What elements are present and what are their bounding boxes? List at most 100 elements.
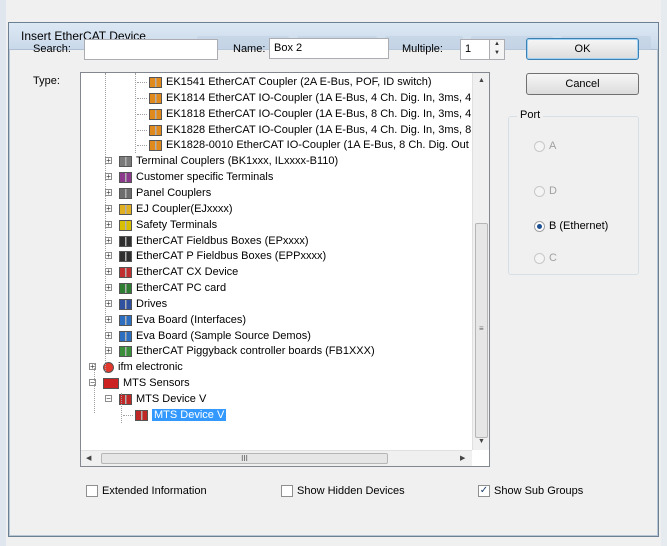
tree-item[interactable]: EK1814 EtherCAT IO-Coupler (1A E-Bus, 4 … bbox=[149, 90, 471, 106]
tree-guide-line bbox=[135, 73, 136, 153]
tree-item-label: EtherCAT CX Device bbox=[136, 266, 239, 279]
scroll-up-icon[interactable]: ▲ bbox=[478, 77, 485, 84]
port-a-label: A bbox=[549, 140, 557, 152]
tree-item-label: Eva Board (Interfaces) bbox=[136, 314, 247, 327]
expand-icon[interactable]: + bbox=[105, 221, 112, 229]
tree-item[interactable]: Eva Board (Sample Source Demos) bbox=[119, 328, 311, 344]
tree-item[interactable]: Panel Couplers bbox=[119, 185, 211, 201]
expand-icon[interactable]: + bbox=[105, 189, 112, 197]
scroll-down-icon[interactable]: ▼ bbox=[478, 438, 485, 445]
tree-item-label: EK1828 EtherCAT IO-Coupler (1A E-Bus, 4 … bbox=[166, 124, 471, 137]
horizontal-scroll-thumb[interactable]: III bbox=[101, 453, 388, 464]
name-label: Name: bbox=[233, 43, 266, 55]
tree-item[interactable]: Drives bbox=[119, 296, 167, 312]
spin-down-icon[interactable]: ▼ bbox=[490, 49, 504, 58]
tree-item[interactable]: ifm electronic bbox=[103, 359, 183, 375]
tree-item[interactable]: MTS Device V bbox=[135, 407, 227, 423]
tree-item-label: Eva Board (Sample Source Demos) bbox=[136, 330, 311, 343]
tree-item[interactable]: EK1818 EtherCAT IO-Coupler (1A E-Bus, 8 … bbox=[149, 106, 471, 122]
tree-item[interactable]: Eva Board (Interfaces) bbox=[119, 312, 246, 328]
tree-item[interactable]: EtherCAT Fieldbus Boxes (EPxxxx) bbox=[119, 233, 309, 249]
piggyback-board-icon bbox=[119, 345, 132, 357]
ek-coupler-icon bbox=[149, 108, 162, 120]
tree-item-label: Safety Terminals bbox=[136, 219, 218, 232]
port-a-radio[interactable] bbox=[534, 141, 545, 152]
expand-icon[interactable]: + bbox=[105, 347, 112, 355]
terminal-coupler-icon bbox=[119, 155, 132, 167]
expand-icon[interactable]: + bbox=[105, 157, 112, 165]
expand-icon[interactable]: + bbox=[105, 300, 112, 308]
tree-item[interactable]: Customer specific Terminals bbox=[119, 169, 273, 185]
tree-item[interactable]: Terminal Couplers (BK1xxx, ILxxxx-B110) bbox=[119, 153, 338, 169]
tree-item-label: Terminal Couplers (BK1xxx, ILxxxx-B110) bbox=[136, 155, 339, 168]
tree-item-label: EtherCAT Fieldbus Boxes (EPxxxx) bbox=[136, 235, 309, 248]
expand-icon[interactable]: + bbox=[105, 268, 112, 276]
port-c-radio[interactable] bbox=[534, 253, 545, 264]
port-legend: Port bbox=[517, 109, 544, 121]
tree-item[interactable]: EK1828 EtherCAT IO-Coupler (1A E-Bus, 4 … bbox=[149, 122, 471, 138]
tree-horizontal-scrollbar[interactable]: ◀ III ▶ bbox=[81, 450, 472, 466]
extended-information-label: Extended Information bbox=[102, 485, 207, 497]
tree-item[interactable]: EtherCAT PC card bbox=[119, 280, 226, 296]
tree-item[interactable]: EJ Coupler(EJxxxx) bbox=[119, 201, 233, 217]
tree-item-label: EK1828-0010 EtherCAT IO-Coupler (1A E-Bu… bbox=[166, 139, 471, 152]
show-sub-groups-label: Show Sub Groups bbox=[494, 485, 584, 497]
device-type-tree[interactable]: EK1541 EtherCAT Coupler (2A E-Bus, POF, … bbox=[80, 72, 490, 467]
port-b-label: B (Ethernet) bbox=[549, 220, 609, 232]
collapse-icon[interactable]: − bbox=[105, 395, 112, 403]
expand-icon[interactable]: + bbox=[105, 284, 112, 292]
multiple-spinner[interactable]: ▲ ▼ bbox=[489, 39, 505, 60]
tree-item[interactable]: MTS Sensors bbox=[103, 375, 190, 391]
port-d-radio[interactable] bbox=[534, 186, 545, 197]
expand-icon[interactable]: + bbox=[105, 332, 112, 340]
drive-icon bbox=[119, 298, 132, 310]
multiple-input[interactable]: 1 bbox=[460, 39, 490, 60]
show-sub-groups-checkbox[interactable]: ✓ bbox=[478, 485, 490, 497]
scroll-right-icon[interactable]: ▶ bbox=[460, 454, 465, 462]
mts-device-icon bbox=[135, 409, 148, 421]
tree-item-label: MTS Device V bbox=[152, 409, 227, 422]
scroll-left-icon[interactable]: ◀ bbox=[86, 454, 91, 462]
tree-item-label: MTS Device V bbox=[136, 393, 207, 406]
port-d-label: D bbox=[549, 185, 557, 197]
name-input[interactable]: Box 2 bbox=[269, 38, 389, 59]
safety-terminal-icon bbox=[119, 219, 132, 231]
vertical-scroll-thumb[interactable]: ≡ bbox=[475, 223, 488, 438]
ok-button[interactable]: OK bbox=[526, 38, 639, 60]
tree-guide-line bbox=[94, 363, 95, 413]
tree-item[interactable]: EtherCAT P Fieldbus Boxes (EPPxxxx) bbox=[119, 248, 326, 264]
tree-vertical-scrollbar[interactable]: ▲ ≡ ▼ bbox=[472, 73, 489, 450]
expand-icon[interactable]: + bbox=[105, 252, 112, 260]
extended-information-checkbox[interactable] bbox=[86, 485, 98, 497]
show-hidden-devices-label: Show Hidden Devices bbox=[297, 485, 405, 497]
expand-icon[interactable]: + bbox=[105, 316, 112, 324]
ek-coupler-icon bbox=[149, 92, 162, 104]
tree-item[interactable]: Safety Terminals bbox=[119, 217, 217, 233]
expand-icon[interactable]: + bbox=[105, 237, 112, 245]
search-label: Search: bbox=[33, 43, 71, 55]
panel-coupler-icon bbox=[119, 187, 132, 199]
tree-item[interactable]: EK1541 EtherCAT Coupler (2A E-Bus, POF, … bbox=[149, 74, 432, 90]
fieldbus-box-icon bbox=[119, 250, 132, 262]
tree-item[interactable]: EK1828-0010 EtherCAT IO-Coupler (1A E-Bu… bbox=[149, 137, 471, 153]
tree-item[interactable]: MTS Device V bbox=[119, 391, 206, 407]
tree-item[interactable]: EtherCAT Piggyback controller boards (FB… bbox=[119, 343, 375, 359]
tree-item[interactable]: EtherCAT CX Device bbox=[119, 264, 238, 280]
tree-item-label: Panel Couplers bbox=[136, 187, 212, 200]
expand-icon[interactable]: + bbox=[105, 205, 112, 213]
terminal-icon bbox=[119, 171, 132, 183]
expand-icon[interactable]: + bbox=[105, 173, 112, 181]
spin-up-icon[interactable]: ▲ bbox=[490, 40, 504, 49]
tree-item-label: MTS Sensors bbox=[123, 377, 190, 390]
tree-guide-line bbox=[105, 73, 106, 373]
background-window-edge-right bbox=[661, 0, 667, 546]
pc-card-icon bbox=[119, 282, 132, 294]
ek-coupler-icon bbox=[149, 139, 162, 151]
port-b-ethernet-radio[interactable] bbox=[534, 221, 545, 232]
tree-connector-line bbox=[137, 114, 147, 115]
tree-connector-line bbox=[137, 82, 147, 83]
tree-connector-line bbox=[123, 415, 133, 416]
search-input[interactable] bbox=[84, 39, 218, 60]
cancel-button[interactable]: Cancel bbox=[526, 73, 639, 95]
show-hidden-devices-checkbox[interactable] bbox=[281, 485, 293, 497]
